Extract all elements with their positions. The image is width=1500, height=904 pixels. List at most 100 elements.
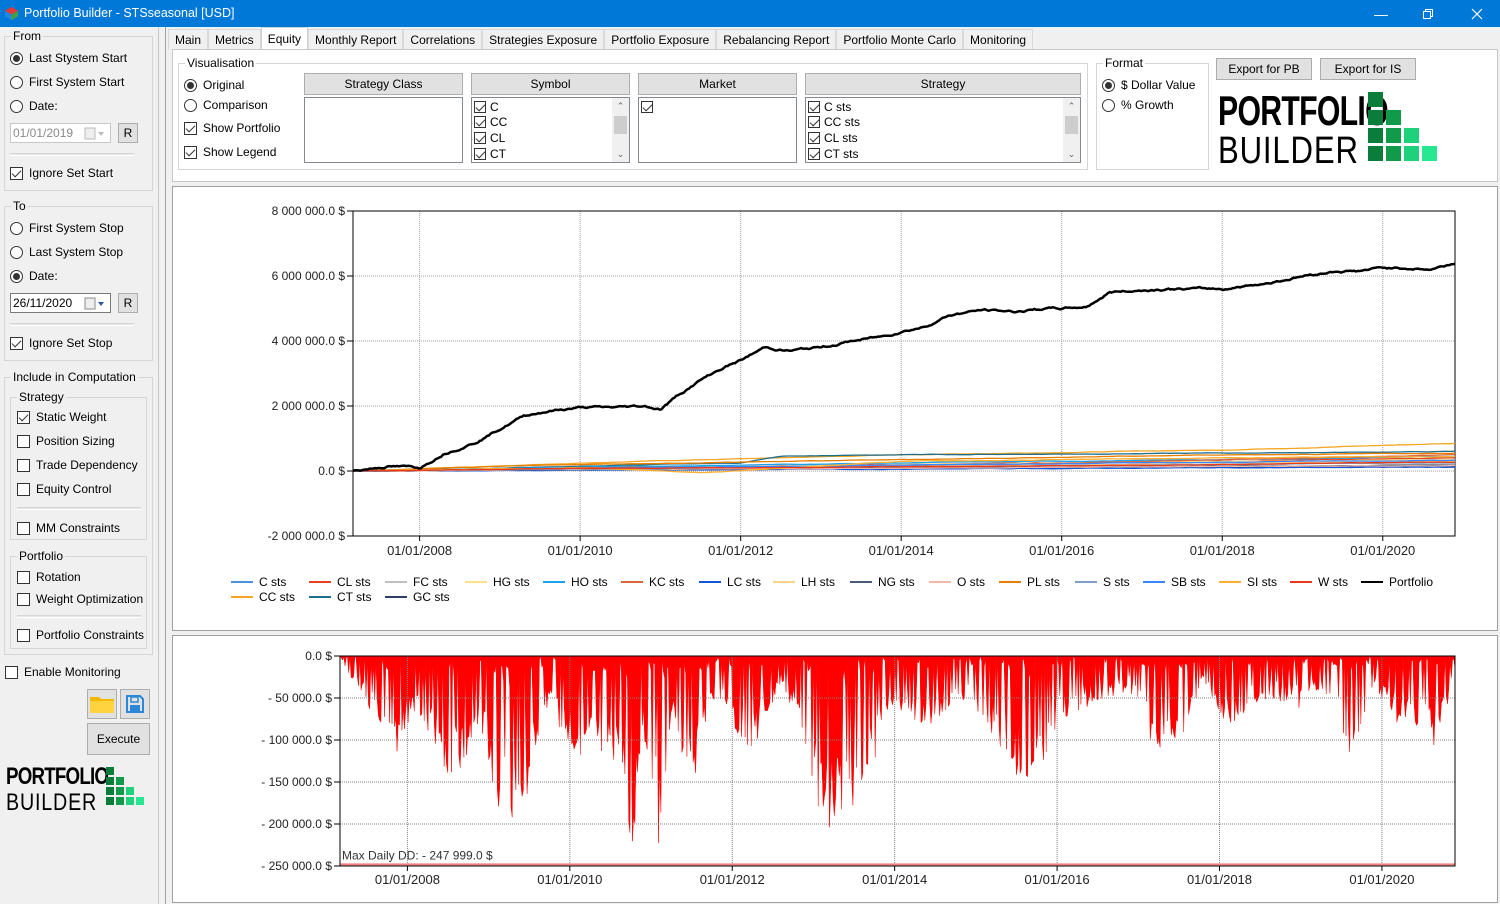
y-tick-label: 0.0 $ xyxy=(318,464,345,478)
strategy-scrollbar[interactable]: ⌃ ⌄ xyxy=(1063,98,1080,162)
x-tick-label: 01/01/2016 xyxy=(1025,872,1090,887)
scroll-down-icon[interactable]: ⌄ xyxy=(612,147,629,161)
execute-button[interactable]: Execute xyxy=(87,723,150,755)
strategy-item-c-sts[interactable]: C sts xyxy=(808,99,851,114)
tab-monitoring[interactable]: Monitoring xyxy=(963,29,1034,50)
equity-control-checkbox[interactable]: Equity Control xyxy=(17,482,111,496)
equity-chart[interactable]: 8 000 000.0 $ 6 000 000.0 $ 4 000 000.0 $ 2… xyxy=(173,187,1497,630)
strategy-item-cc-sts[interactable]: CC sts xyxy=(808,114,860,129)
comparison-radio[interactable]: Comparison xyxy=(184,98,268,112)
symbol-item-c[interactable]: C xyxy=(474,99,499,114)
strategy-class-list[interactable] xyxy=(304,97,463,163)
tab-correlations[interactable]: Correlations xyxy=(403,29,483,50)
ignore-set-start-checkbox[interactable]: Ignore Set Start xyxy=(10,166,113,180)
tab-metrics[interactable]: Metrics xyxy=(208,29,261,50)
show-legend-checkbox[interactable]: Show Legend xyxy=(184,145,276,159)
checkbox-indicator xyxy=(474,131,486,144)
symbol-item-ct[interactable]: CT xyxy=(474,146,506,161)
drawdown-chart[interactable]: 0.0 $ - 50 000.0 $ - 100 000.0 $ - 150 000.… xyxy=(173,636,1497,902)
scroll-thumb[interactable] xyxy=(614,116,627,134)
from-date-picker[interactable]: 01/01/2019 xyxy=(10,123,111,143)
radio-indicator xyxy=(10,75,23,89)
tab-label: Monitoring xyxy=(970,33,1027,47)
strategy-item-cl-sts[interactable]: CL sts xyxy=(808,130,858,145)
position-sizing-checkbox[interactable]: Position Sizing xyxy=(17,434,115,448)
static-weight-checkbox[interactable]: Static Weight xyxy=(17,410,106,424)
original-radio[interactable]: Original xyxy=(184,78,244,92)
open-button[interactable] xyxy=(87,689,117,719)
tab-portfolio-monte-carlo[interactable]: Portfolio Monte Carlo xyxy=(836,29,964,50)
scroll-down-icon[interactable]: ⌄ xyxy=(1063,147,1080,161)
percent-growth-radio[interactable]: % Growth xyxy=(1102,98,1174,112)
minimize-button[interactable]: — xyxy=(1358,0,1404,27)
tab-equity[interactable]: Equity xyxy=(260,27,309,50)
market-header[interactable]: Market xyxy=(638,73,797,95)
legend-item: CT sts xyxy=(309,590,371,604)
ignore-set-stop-checkbox[interactable]: Ignore Set Stop xyxy=(10,336,112,350)
maximize-button[interactable] xyxy=(1405,0,1451,27)
save-button[interactable] xyxy=(120,689,150,719)
x-tick-label: 01/01/2018 xyxy=(1190,543,1255,558)
tab-rebalancing-report[interactable]: Rebalancing Report xyxy=(716,29,837,50)
weight-optimization-checkbox[interactable]: Weight Optimization xyxy=(17,592,143,606)
tab-main[interactable]: Main xyxy=(168,29,209,50)
strategy-list[interactable]: C sts CC sts CL sts CT sts ⌃ ⌄ xyxy=(805,97,1081,163)
scroll-thumb[interactable] xyxy=(1065,116,1078,134)
radio-label: Last Stystem Start xyxy=(29,51,128,65)
legend-label: FC sts xyxy=(413,575,448,589)
to-first-system-stop-radio[interactable]: First System Stop xyxy=(10,221,124,235)
strategy-class-header[interactable]: Strategy Class xyxy=(304,73,463,95)
mm-constraints-checkbox[interactable]: MM Constraints xyxy=(17,521,120,535)
dollar-value-radio[interactable]: $ Dollar Value xyxy=(1102,78,1195,92)
checkbox-indicator xyxy=(17,570,30,584)
symbol-header[interactable]: Symbol xyxy=(471,73,630,95)
tab-portfolio-exposure[interactable]: Portfolio Exposure xyxy=(604,29,717,50)
scroll-up-icon[interactable]: ⌃ xyxy=(1063,99,1080,113)
to-last-system-stop-radio[interactable]: Last System Stop xyxy=(10,245,123,259)
market-item[interactable] xyxy=(641,99,657,114)
from-first-system-start-radio[interactable]: First System Start xyxy=(10,75,124,89)
symbol-item-cl[interactable]: CL xyxy=(474,130,505,145)
export-pb-button[interactable]: Export for PB xyxy=(1216,58,1312,80)
from-reset-button[interactable]: R xyxy=(118,123,138,143)
symbol-scrollbar[interactable]: ⌃ ⌄ xyxy=(612,98,629,162)
from-last-system-start-radio[interactable]: Last Stystem Start xyxy=(10,51,127,65)
rotation-checkbox[interactable]: Rotation xyxy=(17,570,81,584)
symbol-list[interactable]: C CC CL CT ⌃ ⌄ xyxy=(471,97,630,163)
checkbox-label: Enable Monitoring xyxy=(24,665,121,679)
show-portfolio-checkbox[interactable]: Show Portfolio xyxy=(184,121,280,135)
trade-dependency-checkbox[interactable]: Trade Dependency xyxy=(17,458,138,472)
legend-label: S sts xyxy=(1103,575,1130,589)
window-title: Portfolio Builder - STSseasonal [USD] xyxy=(24,6,235,20)
x-tick-label: 01/01/2008 xyxy=(375,872,440,887)
to-date-radio[interactable]: Date: xyxy=(10,269,58,283)
x-tick-label: 01/01/2018 xyxy=(1187,872,1252,887)
strategy-header[interactable]: Strategy xyxy=(805,73,1081,95)
checkbox-indicator xyxy=(17,458,30,472)
symbol-item-cc[interactable]: CC xyxy=(474,114,507,129)
to-date-picker[interactable]: 26/11/2020 xyxy=(10,293,111,313)
tab-strategies-exposure[interactable]: Strategies Exposure xyxy=(482,29,605,50)
tab-bar: Main Metrics Equity Monthly Report Corre… xyxy=(168,27,1034,50)
legend-label: PL sts xyxy=(1027,575,1060,589)
from-date-radio[interactable]: Date: xyxy=(10,99,58,113)
radio-label: First System Stop xyxy=(29,221,124,235)
market-list[interactable] xyxy=(638,97,797,163)
divider xyxy=(10,153,134,156)
export-is-button[interactable]: Export for IS xyxy=(1320,58,1416,80)
to-reset-button[interactable]: R xyxy=(118,293,138,313)
close-button[interactable] xyxy=(1454,0,1500,27)
x-tick-label: 01/01/2014 xyxy=(869,543,934,558)
tab-monthly-report[interactable]: Monthly Report xyxy=(308,29,404,50)
legend-item: HO sts xyxy=(543,575,608,589)
scroll-up-icon[interactable]: ⌃ xyxy=(612,99,629,113)
legend-swatch xyxy=(699,581,721,583)
legend-item: Portfolio xyxy=(1361,575,1433,589)
calendar-dropdown-icon xyxy=(84,297,104,310)
strategy-item-ct-sts[interactable]: CT sts xyxy=(808,146,858,161)
portfolio-constraints-checkbox[interactable]: Portfolio Constraints xyxy=(17,628,144,642)
header-logo: PORTFOLIO BUILDER xyxy=(1218,90,1440,170)
from-label: From xyxy=(11,29,43,43)
enable-monitoring-checkbox[interactable]: Enable Monitoring xyxy=(5,665,121,679)
splitter[interactable] xyxy=(158,27,166,904)
